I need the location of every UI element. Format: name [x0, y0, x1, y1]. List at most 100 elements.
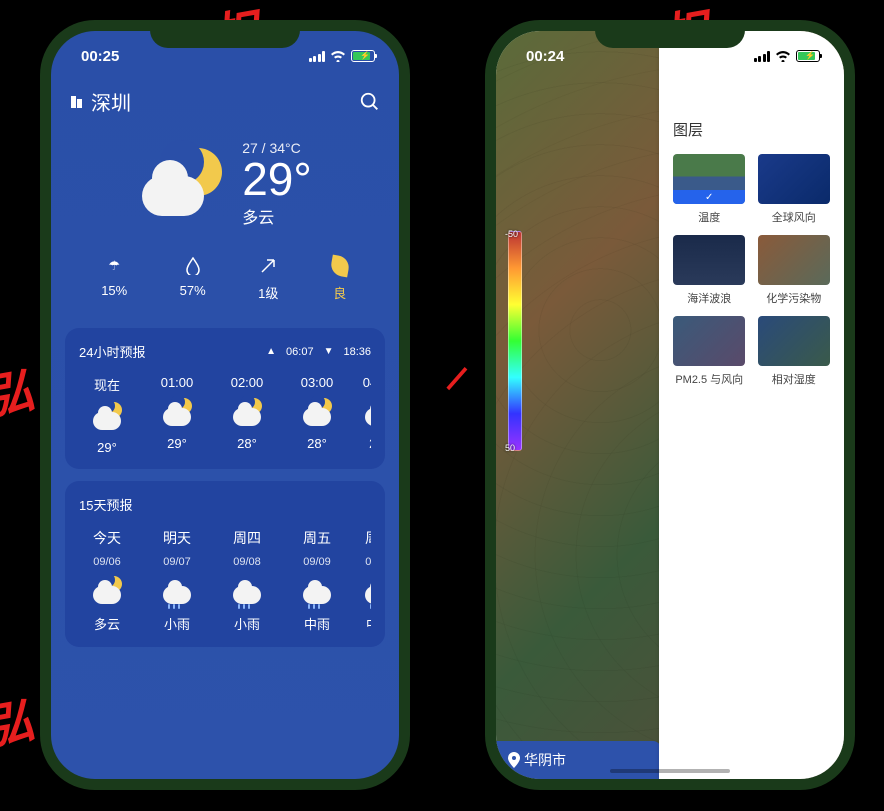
weather-small-icon — [90, 402, 124, 432]
layer-name: 化学污染物 — [756, 290, 833, 306]
hour-temp: 29° — [97, 440, 117, 455]
pin-icon — [508, 752, 520, 768]
building-icon — [69, 94, 85, 110]
cellular-icon — [754, 51, 771, 62]
hourly-forecast-card: 24小时预报 ▲06:07 ▼18:36 现在 29° 01:00 29° 02… — [65, 328, 385, 469]
phone-weather: 00:25 ⚡ 深圳 27 / 34°C 29° 多云 — [40, 20, 410, 790]
hour-time: 01:00 — [161, 375, 194, 390]
day-label: 明天 — [163, 528, 191, 548]
hour-time: 现在 — [94, 375, 120, 394]
battery-icon: ⚡ — [796, 50, 820, 62]
daily-item[interactable]: 周五 09/09 中雨 — [289, 528, 345, 633]
layer-name: 海洋波浪 — [671, 290, 748, 306]
city-selector[interactable]: 深圳 — [69, 87, 131, 116]
layer-thumbnail — [758, 154, 830, 204]
day-date: 09/07 — [163, 556, 191, 568]
day-condition: 中雨 — [366, 614, 371, 633]
location-bar[interactable]: 华阴市 — [496, 741, 661, 779]
layer-thumbnail — [673, 235, 745, 285]
stat-wind[interactable]: 1级 — [258, 256, 278, 302]
leaf-icon — [331, 256, 349, 276]
stat-aqi[interactable]: 良 — [331, 256, 349, 302]
layer-option[interactable]: ✓ 温度 — [671, 154, 748, 225]
daily-list[interactable]: 今天 09/06 多云 明天 09/07 小雨 周四 09/08 小雨 周五 0… — [79, 528, 371, 633]
day-date: 09/08 — [233, 556, 261, 568]
layer-name: 全球风向 — [756, 209, 833, 225]
stat-precipitation[interactable]: ☂ 15% — [101, 256, 127, 302]
sunset-icon: ▼ — [324, 346, 334, 357]
weather-icon-cloudy-night — [138, 144, 228, 224]
cellular-icon — [309, 51, 326, 62]
hourly-item[interactable]: 03:00 28° — [289, 375, 345, 455]
weather-stats: ☂ 15% 57% 1级 良 — [51, 238, 399, 316]
hour-temp: 29° — [167, 436, 187, 451]
weather-small-icon — [160, 576, 194, 606]
phone-map-layers: -50 50 00:24 ⚡ 图层 ✓ 温度 全球风向 海洋波浪 化学污染物 — [485, 20, 855, 790]
hourly-item[interactable]: 01:00 29° — [149, 375, 205, 455]
stat-humidity[interactable]: 57% — [180, 256, 206, 302]
wifi-icon — [330, 50, 346, 62]
search-icon[interactable] — [359, 91, 381, 113]
weather-small-icon — [362, 576, 371, 606]
day-condition: 小雨 — [164, 614, 190, 633]
layer-option[interactable]: 全球风向 — [756, 154, 833, 225]
weather-small-icon — [160, 398, 194, 428]
layer-thumbnail: ✓ — [673, 154, 745, 204]
current-weather: 27 / 34°C 29° 多云 — [51, 122, 399, 238]
hourly-item[interactable]: 04:00 29° — [359, 375, 371, 455]
layer-name: PM2.5 与风向 — [671, 371, 748, 387]
weather-small-icon — [230, 398, 264, 428]
layer-option[interactable]: 海洋波浪 — [671, 235, 748, 306]
day-date: 09/09 — [303, 556, 331, 568]
daily-title: 15天预报 — [79, 495, 132, 514]
layer-name: 相对湿度 — [756, 371, 833, 387]
day-label: 周四 — [233, 528, 261, 548]
temp-range: 27 / 34°C — [242, 140, 312, 156]
layer-option[interactable]: 化学污染物 — [756, 235, 833, 306]
droplet-icon — [186, 256, 200, 276]
panel-title: 图层 — [659, 83, 844, 154]
day-condition: 中雨 — [304, 614, 330, 633]
hour-temp: 28° — [237, 436, 257, 451]
layer-option[interactable]: PM2.5 与风向 — [671, 316, 748, 387]
layer-option[interactable]: 相对湿度 — [756, 316, 833, 387]
day-label: 周六 — [365, 528, 371, 548]
status-icons: ⚡ — [309, 50, 376, 62]
layers-panel: 图层 ✓ 温度 全球风向 海洋波浪 化学污染物 PM2.5 与风向 相对湿度 — [659, 31, 844, 779]
sunrise-icon: ▲ — [266, 346, 276, 357]
weather-small-icon — [230, 576, 264, 606]
hour-temp: 29° — [369, 436, 371, 451]
status-icons: ⚡ — [754, 50, 821, 62]
weather-small-icon — [300, 398, 334, 428]
day-label: 今天 — [93, 528, 121, 548]
temperature-scale: -50 50 — [508, 231, 522, 451]
check-icon: ✓ — [673, 190, 745, 204]
daily-forecast-card: 15天预报 今天 09/06 多云 明天 09/07 小雨 周四 09/08 小… — [65, 481, 385, 647]
hour-time: 04:00 — [363, 375, 371, 390]
hourly-item[interactable]: 02:00 28° — [219, 375, 275, 455]
status-time: 00:25 — [81, 48, 119, 65]
layer-thumbnail — [758, 316, 830, 366]
day-date: 09/10 — [365, 556, 371, 568]
daily-item[interactable]: 今天 09/06 多云 — [79, 528, 135, 633]
hourly-item[interactable]: 现在 29° — [79, 375, 135, 455]
wind-arrow-icon — [259, 256, 277, 276]
umbrella-icon: ☂ — [108, 256, 120, 276]
sun-times: ▲06:07 ▼18:36 — [266, 346, 371, 358]
temp-current: 29° — [242, 156, 312, 202]
daily-item[interactable]: 明天 09/07 小雨 — [149, 528, 205, 633]
daily-item[interactable]: 周六 09/10 中雨 — [359, 528, 371, 633]
layer-name: 温度 — [671, 209, 748, 225]
daily-item[interactable]: 周四 09/08 小雨 — [219, 528, 275, 633]
hour-time: 03:00 — [301, 375, 334, 390]
weather-small-icon — [362, 398, 371, 428]
weather-small-icon — [90, 576, 124, 606]
day-condition: 小雨 — [234, 614, 260, 633]
layer-thumbnail — [758, 235, 830, 285]
hour-time: 02:00 — [231, 375, 264, 390]
home-indicator[interactable] — [610, 769, 730, 773]
day-label: 周五 — [303, 528, 331, 548]
hourly-list[interactable]: 现在 29° 01:00 29° 02:00 28° 03:00 28° 04:… — [79, 375, 371, 455]
weather-small-icon — [300, 576, 334, 606]
location-name: 华阴市 — [524, 750, 566, 770]
